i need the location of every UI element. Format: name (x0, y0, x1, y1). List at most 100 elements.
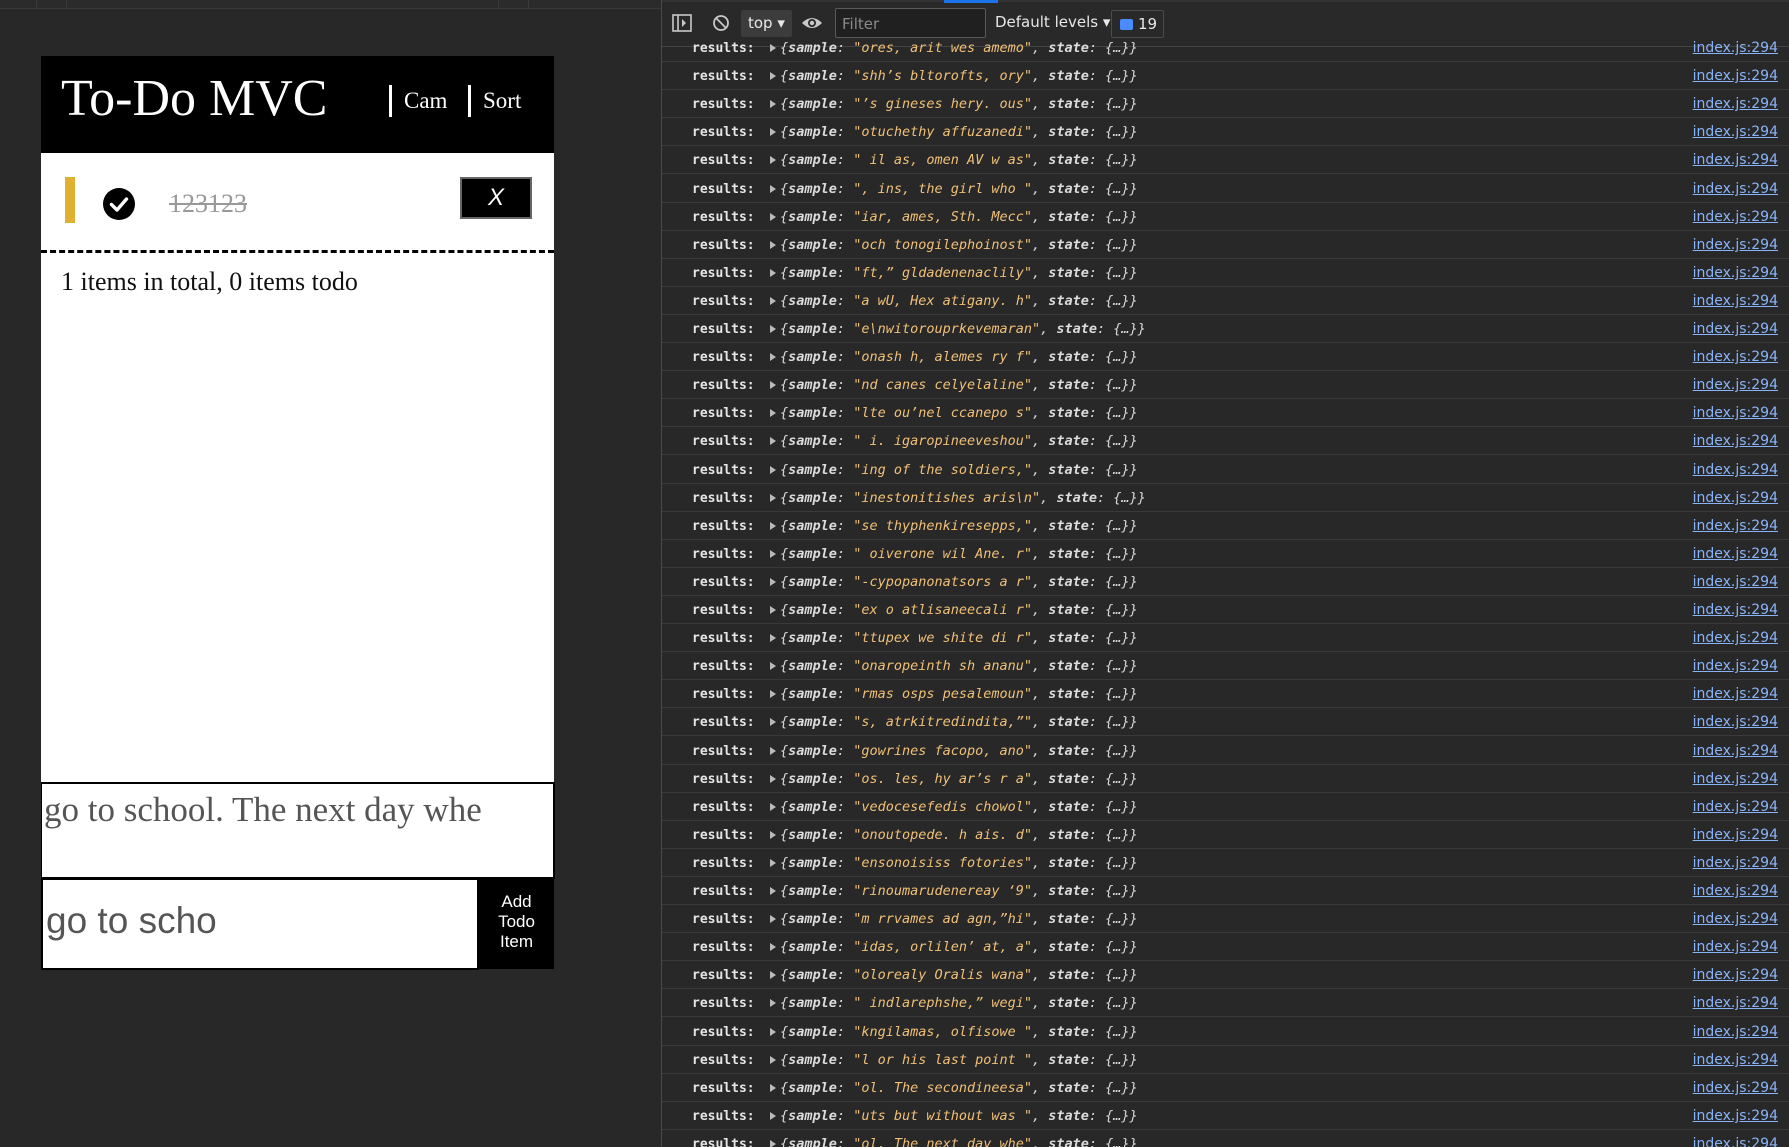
log-object[interactable]: {sample: "shh’s bltorofts, ory", state: … (780, 68, 1138, 84)
expand-arrow-icon[interactable] (770, 156, 776, 164)
log-object[interactable]: {sample: "ing of the soldiers,", state: … (780, 462, 1138, 478)
log-object[interactable]: {sample: " oiverone wil Ane. r", state: … (780, 546, 1138, 562)
expand-arrow-icon[interactable] (770, 1084, 776, 1092)
source-link[interactable]: index.js:294 (1693, 433, 1778, 449)
delete-button[interactable]: X (460, 177, 532, 219)
expand-arrow-icon[interactable] (770, 887, 776, 895)
log-object[interactable]: {sample: "och tonogilephoinost", state: … (780, 237, 1138, 253)
log-object[interactable]: {sample: "iar, ames, Sth. Mecc", state: … (780, 209, 1138, 225)
cam-button[interactable]: Cam (389, 85, 447, 117)
log-object[interactable]: {sample: "uts but without was ", state: … (780, 1108, 1138, 1124)
expand-arrow-icon[interactable] (770, 522, 776, 530)
add-todo-button[interactable]: Add Todo Item (479, 878, 554, 969)
log-object[interactable]: {sample: "lte ou’nel ccanepo s", state: … (780, 405, 1138, 421)
expand-arrow-icon[interactable] (770, 381, 776, 389)
expand-arrow-icon[interactable] (770, 1112, 776, 1120)
expand-arrow-icon[interactable] (770, 213, 776, 221)
expand-arrow-icon[interactable] (770, 718, 776, 726)
expand-arrow-icon[interactable] (770, 241, 776, 249)
expand-arrow-icon[interactable] (770, 578, 776, 586)
filter-input[interactable]: Filter (835, 8, 986, 38)
source-link[interactable]: index.js:294 (1693, 377, 1778, 393)
expand-arrow-icon[interactable] (770, 971, 776, 979)
expand-arrow-icon[interactable] (770, 943, 776, 951)
source-link[interactable]: index.js:294 (1693, 630, 1778, 646)
log-object[interactable]: {sample: "ft,” gldadenenaclily", state: … (780, 265, 1138, 281)
log-object[interactable]: {sample: "a wU, Hex atigany. h", state: … (780, 293, 1138, 309)
source-link[interactable]: index.js:294 (1693, 265, 1778, 281)
source-link[interactable]: index.js:294 (1693, 771, 1778, 787)
log-object[interactable]: {sample: " i. igaropineeveshou", state: … (780, 433, 1138, 449)
expand-arrow-icon[interactable] (770, 72, 776, 80)
source-link[interactable]: index.js:294 (1693, 686, 1778, 702)
log-object[interactable]: {sample: "inestonitishes aris\n", state:… (780, 490, 1146, 506)
expand-arrow-icon[interactable] (770, 1028, 776, 1036)
expand-arrow-icon[interactable] (770, 494, 776, 502)
expand-arrow-icon[interactable] (770, 353, 776, 361)
source-link[interactable]: index.js:294 (1693, 799, 1778, 815)
log-object[interactable]: {sample: "se thyphenkiresepps,", state: … (780, 518, 1138, 534)
source-link[interactable]: index.js:294 (1693, 574, 1778, 590)
expand-arrow-icon[interactable] (770, 999, 776, 1007)
log-object[interactable]: {sample: "vedocesefedis chowol", state: … (780, 799, 1138, 815)
source-link[interactable]: index.js:294 (1693, 855, 1778, 871)
log-object[interactable]: {sample: "ensonoisiss fotories", state: … (780, 855, 1138, 871)
source-link[interactable]: index.js:294 (1693, 1136, 1778, 1147)
log-object[interactable]: {sample: "onash h, alemes ry f", state: … (780, 349, 1138, 365)
expand-arrow-icon[interactable] (770, 831, 776, 839)
source-link[interactable]: index.js:294 (1693, 96, 1778, 112)
log-object[interactable]: {sample: " il as, omen AV w as", state: … (780, 152, 1138, 168)
log-object[interactable]: {sample: "s, atrkitredindita,”", state: … (780, 714, 1138, 730)
clear-console-icon[interactable] (712, 14, 730, 32)
expand-arrow-icon[interactable] (770, 550, 776, 558)
complete-toggle[interactable] (103, 188, 135, 220)
log-object[interactable]: {sample: "e\nwitorouprkevemaran", state:… (780, 321, 1146, 337)
sidebar-toggle-icon[interactable] (672, 14, 692, 32)
source-link[interactable]: index.js:294 (1693, 1052, 1778, 1068)
expand-arrow-icon[interactable] (770, 803, 776, 811)
live-expression-eye-icon[interactable] (801, 14, 823, 32)
log-object[interactable]: {sample: "gowrines facopo, ano", state: … (780, 743, 1138, 759)
source-link[interactable]: index.js:294 (1693, 911, 1778, 927)
expand-arrow-icon[interactable] (770, 1140, 776, 1147)
log-object[interactable]: {sample: "ol. The secondineesa", state: … (780, 1080, 1138, 1096)
expand-arrow-icon[interactable] (770, 297, 776, 305)
source-link[interactable]: index.js:294 (1693, 743, 1778, 759)
expand-arrow-icon[interactable] (770, 1056, 776, 1064)
log-object[interactable]: {sample: "-cypopanonatsors a r", state: … (780, 574, 1138, 590)
source-link[interactable]: index.js:294 (1693, 1024, 1778, 1040)
log-object[interactable]: {sample: "’s gineses hery. ous", state: … (780, 96, 1138, 112)
source-link[interactable]: index.js:294 (1693, 293, 1778, 309)
source-link[interactable]: index.js:294 (1693, 490, 1778, 506)
expand-arrow-icon[interactable] (770, 606, 776, 614)
log-object[interactable]: {sample: "kngilamas, olfisowe ", state: … (780, 1024, 1138, 1040)
expand-arrow-icon[interactable] (770, 466, 776, 474)
log-object[interactable]: {sample: "l or his last point ", state: … (780, 1052, 1138, 1068)
expand-arrow-icon[interactable] (770, 662, 776, 670)
log-object[interactable]: {sample: "ex o atlisaneecali r", state: … (780, 602, 1138, 618)
todo-long-input[interactable]: go to school. The next day whe (41, 782, 555, 879)
expand-arrow-icon[interactable] (770, 915, 776, 923)
log-object[interactable]: {sample: "rmas osps pesalemoun", state: … (780, 686, 1138, 702)
source-link[interactable]: index.js:294 (1693, 883, 1778, 899)
source-link[interactable]: index.js:294 (1693, 1080, 1778, 1096)
expand-arrow-icon[interactable] (770, 409, 776, 417)
source-link[interactable]: index.js:294 (1693, 209, 1778, 225)
log-object[interactable]: {sample: "rinoumarudenereay ‘9", state: … (780, 883, 1138, 899)
expand-arrow-icon[interactable] (770, 747, 776, 755)
issues-badge[interactable]: 19 (1111, 10, 1165, 38)
expand-arrow-icon[interactable] (770, 185, 776, 193)
expand-arrow-icon[interactable] (770, 269, 776, 277)
expand-arrow-icon[interactable] (770, 128, 776, 136)
expand-arrow-icon[interactable] (770, 690, 776, 698)
source-link[interactable]: index.js:294 (1693, 321, 1778, 337)
log-object[interactable]: {sample: "ol. The next day whe", state: … (780, 1136, 1138, 1147)
log-object[interactable]: {sample: "onoutopede. h ais. d", state: … (780, 827, 1138, 843)
expand-arrow-icon[interactable] (770, 437, 776, 445)
context-select[interactable]: top ▾ (741, 10, 792, 37)
source-link[interactable]: index.js:294 (1693, 349, 1778, 365)
log-object[interactable]: {sample: "ttupex we shite di r", state: … (780, 630, 1138, 646)
log-object[interactable]: {sample: "os. les, hy ar’s r a", state: … (780, 771, 1138, 787)
log-object[interactable]: {sample: "nd canes celyelaline", state: … (780, 377, 1138, 393)
source-link[interactable]: index.js:294 (1693, 967, 1778, 983)
